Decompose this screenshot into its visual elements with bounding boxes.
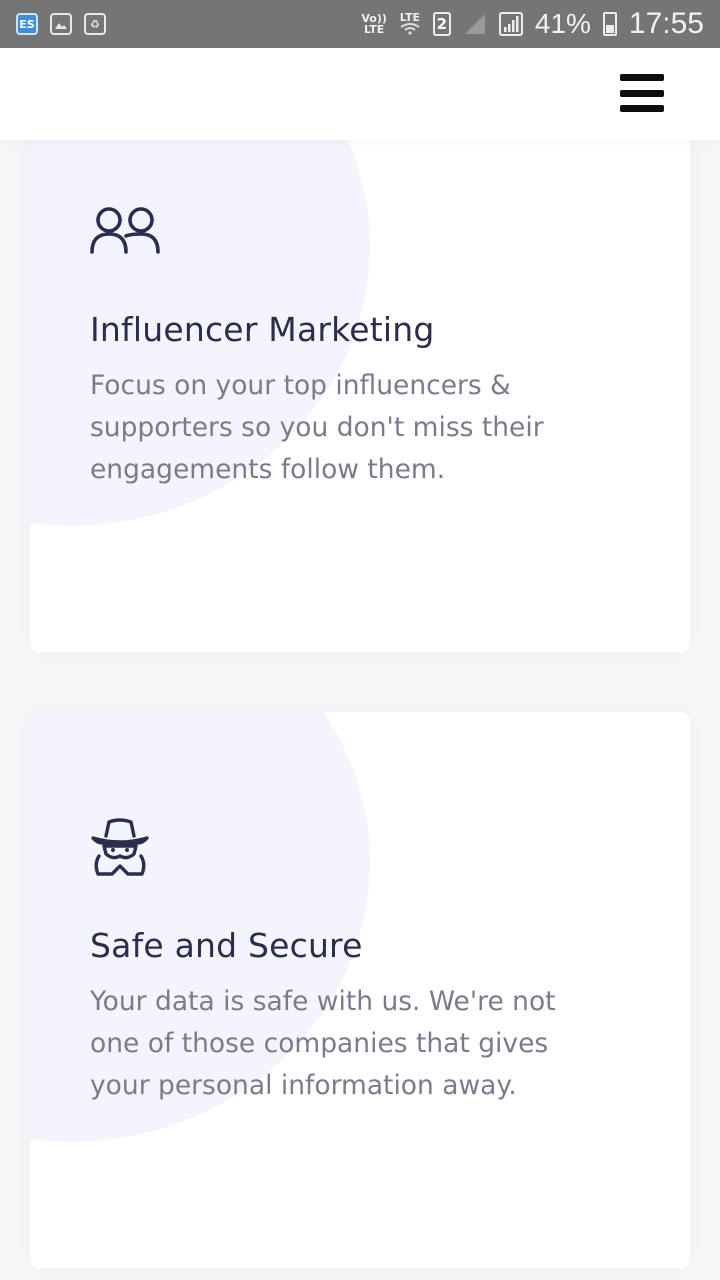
es-file-explorer-icon: ES — [16, 13, 38, 35]
card-content: Influencer Marketing Focus on your top i… — [90, 310, 650, 491]
feature-description: Focus on your top influencers & supporte… — [90, 370, 544, 485]
navbar — [0, 48, 720, 140]
wifi-icon — [400, 22, 420, 35]
recycle-icon: ♻ — [84, 13, 106, 35]
spy-incognito-icon — [91, 818, 149, 876]
status-bar-left: ES ♻ — [16, 13, 106, 35]
volte-bottom-text: LTE — [364, 23, 385, 36]
status-bar-right: Vo)) LTE LTE 2 41% 17:55 — [361, 7, 704, 41]
battery-percent: 41% — [534, 8, 591, 39]
signal-strength-icon — [498, 12, 523, 36]
lte-wifi-indicator: LTE — [399, 12, 421, 37]
sim-slot-indicator: 2 — [432, 12, 451, 36]
feature-description: Your data is safe with us. We're not one… — [90, 986, 556, 1101]
gallery-icon — [50, 13, 72, 35]
lte-label: LTE — [399, 10, 420, 24]
hamburger-menu-icon[interactable] — [620, 74, 664, 112]
feature-card-safe-and-secure: Safe and Secure Your data is safe with u… — [30, 712, 690, 1268]
feature-title: Safe and Secure — [90, 926, 363, 965]
feature-title: Influencer Marketing — [90, 310, 435, 349]
volte-indicator: Vo)) LTE — [361, 13, 387, 35]
hamburger-line — [620, 89, 664, 97]
signal-icon — [464, 14, 485, 34]
users-icon — [90, 207, 160, 254]
status-bar: ES ♻ Vo)) LTE LTE 2 41% 17:55 — [0, 0, 720, 48]
card-content: Safe and Secure Your data is safe with u… — [90, 926, 650, 1107]
hamburger-line — [620, 105, 664, 112]
battery-icon — [602, 12, 617, 36]
hamburger-line — [620, 74, 664, 81]
clock: 17:55 — [628, 7, 704, 40]
feature-card-influencer-marketing: Influencer Marketing Focus on your top i… — [30, 96, 690, 652]
